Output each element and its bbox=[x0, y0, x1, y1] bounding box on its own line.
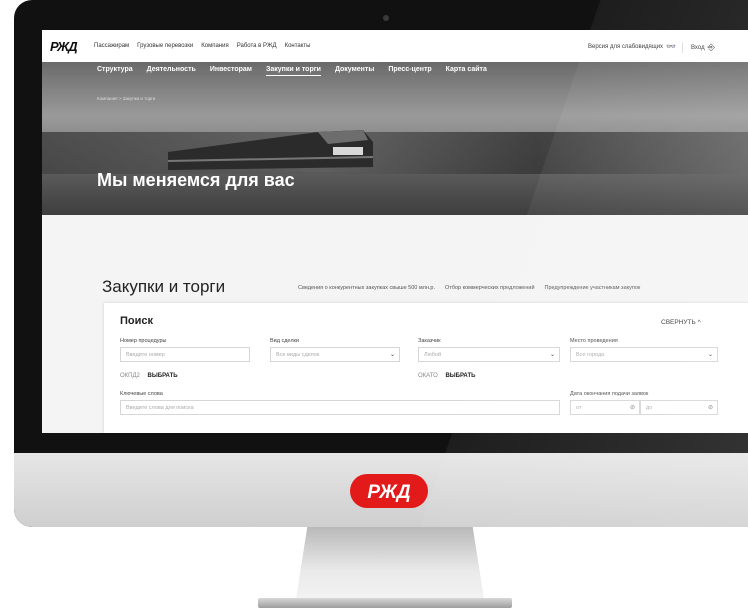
page-title: Закупки и торги bbox=[102, 277, 226, 296]
venue-value: Все города bbox=[576, 352, 605, 358]
accessibility-label: Версия для слабовидящих bbox=[588, 43, 664, 50]
collapse-label: СВЕРНУТЬ bbox=[661, 319, 696, 326]
chevron-down-icon: ⌄ bbox=[389, 352, 395, 358]
nav-sitemap[interactable]: Карта сайта bbox=[446, 66, 487, 76]
top-link-freight[interactable]: Грузовые перевозки bbox=[137, 43, 193, 49]
deadline-to-input[interactable]: до ⊘ bbox=[640, 400, 718, 415]
deal-type-value: Все виды сделок bbox=[276, 352, 320, 358]
procurement-links: Сведения о конкурентных закупках свыше 5… bbox=[298, 285, 640, 291]
deadline-from-input[interactable]: от ⊘ bbox=[570, 400, 640, 415]
accessibility-link[interactable]: Версия для слабовидящих 👓 bbox=[588, 42, 676, 51]
top-link-contacts[interactable]: Контакты bbox=[285, 43, 311, 49]
top-link-company[interactable]: Компания bbox=[201, 43, 228, 49]
train-image bbox=[168, 130, 373, 174]
keywords-input[interactable]: Введите слова для поиска bbox=[120, 400, 560, 415]
procedure-number-input[interactable]: Введите номер bbox=[120, 347, 250, 362]
nav-activities[interactable]: Деятельность bbox=[147, 66, 196, 76]
monitor-stand-neck bbox=[296, 527, 484, 599]
okato-picker: ОКАТО ВЫБРАТЬ bbox=[418, 373, 475, 379]
customer-select[interactable]: Любой ⌄ bbox=[418, 347, 560, 362]
rzd-logo-text: РЖД bbox=[367, 482, 411, 503]
deadline-from-placeholder: от bbox=[576, 405, 582, 411]
nav-investors[interactable]: Инвесторам bbox=[210, 66, 252, 76]
main-nav: Структура Деятельность Инвесторам Закупк… bbox=[97, 66, 487, 76]
okpd2-picker: ОКПД2 ВЫБРАТЬ bbox=[120, 373, 178, 379]
venue-select[interactable]: Все города ⌄ bbox=[570, 347, 718, 362]
collapse-button[interactable]: СВЕРНУТЬ ^ bbox=[661, 319, 701, 326]
login-label: Вход bbox=[691, 44, 705, 51]
calendar-icon: ⊘ bbox=[707, 405, 713, 411]
glasses-icon: 👓 bbox=[666, 42, 677, 51]
login-icon: ⎆ bbox=[707, 42, 715, 52]
search-panel: Поиск СВЕРНУТЬ ^ Номер процедуры Введите… bbox=[104, 303, 748, 433]
deadline-to-placeholder: до bbox=[646, 405, 653, 411]
keywords-label: Ключевые слова bbox=[120, 391, 163, 397]
nav-structure[interactable]: Структура bbox=[97, 66, 133, 76]
okato-select-button[interactable]: ВЫБРАТЬ bbox=[445, 373, 475, 379]
rzd-logo[interactable]: РЖД bbox=[50, 39, 78, 54]
chevron-down-icon: ⌄ bbox=[549, 352, 555, 358]
breadcrumb[interactable]: Компания > Закупки и торги bbox=[97, 96, 155, 101]
hero-title: Мы меняемся для вас bbox=[97, 170, 295, 190]
chevron-up-icon: ^ bbox=[697, 319, 701, 326]
search-title: Поиск bbox=[120, 315, 154, 327]
top-link-passengers[interactable]: Пассажирам bbox=[94, 43, 129, 49]
hero-banner: Структура Деятельность Инвесторам Закупк… bbox=[42, 62, 748, 215]
procedure-number-label: Номер процедуры bbox=[120, 338, 167, 344]
link-participant-warning[interactable]: Предупреждение участникам закупок bbox=[545, 285, 641, 291]
login-button[interactable]: Вход ⎆ bbox=[682, 42, 715, 53]
deal-type-label: Вид сделки bbox=[270, 338, 300, 344]
customer-value: Любой bbox=[424, 352, 442, 358]
monitor-stand-base bbox=[258, 598, 512, 608]
deadline-label: Дата окончания подачи заявок bbox=[570, 391, 649, 397]
link-large-procurements[interactable]: Сведения о конкурентных закупках свыше 5… bbox=[298, 285, 435, 291]
nav-press-center[interactable]: Пресс-центр bbox=[388, 66, 431, 76]
nav-procurement[interactable]: Закупки и торги bbox=[265, 66, 321, 76]
okpd2-label: ОКПД2 bbox=[120, 373, 140, 379]
link-commercial-offers[interactable]: Отбор коммерческих предложений bbox=[445, 285, 534, 291]
screen: РЖД Пассажирам Грузовые перевозки Компан… bbox=[42, 30, 748, 433]
okpd2-select-button[interactable]: ВЫБРАТЬ bbox=[148, 373, 178, 379]
top-links: Пассажирам Грузовые перевозки Компания Р… bbox=[94, 43, 311, 49]
chevron-down-icon: ⌄ bbox=[707, 352, 713, 358]
webcam bbox=[383, 15, 389, 21]
venue-label: Место проведения bbox=[570, 338, 618, 344]
calendar-icon: ⊘ bbox=[629, 405, 635, 411]
rzd-logo-badge: РЖД bbox=[350, 474, 428, 508]
nav-documents[interactable]: Документы bbox=[335, 66, 374, 76]
okato-label: ОКАТО bbox=[418, 373, 438, 379]
deal-type-select[interactable]: Все виды сделок ⌄ bbox=[270, 347, 400, 362]
main-content: Закупки и торги Сведения о конкурентных … bbox=[42, 215, 748, 433]
top-link-careers[interactable]: Работа в РЖД bbox=[237, 43, 277, 49]
top-bar: РЖД Пассажирам Грузовые перевозки Компан… bbox=[42, 30, 748, 63]
customer-label: Заказчик bbox=[418, 338, 441, 344]
